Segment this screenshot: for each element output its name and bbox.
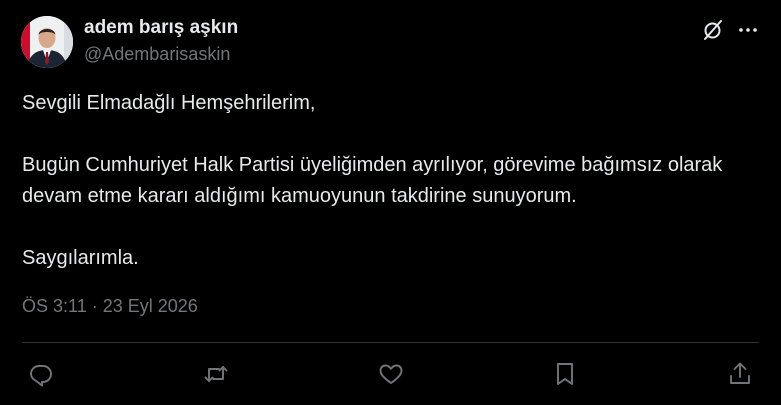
profile-photo-icon [21, 16, 73, 68]
retweet-icon[interactable] [202, 360, 230, 388]
like-icon[interactable] [377, 360, 405, 388]
reply-icon[interactable] [27, 360, 55, 388]
grok-icon[interactable] [701, 18, 725, 42]
avatar[interactable] [21, 16, 73, 68]
more-icon[interactable] [736, 18, 760, 42]
author-handle[interactable]: @Adembarisaskin [84, 44, 230, 65]
tweet-card: adem barış aşkın @Adembarisaskin Sevgili… [0, 0, 781, 405]
tweet-paragraph: Bugün Cumhuriyet Halk Partisi üyeliğimde… [22, 154, 723, 207]
tweet-paragraph: Sevgili Elmadağlı Hemşehrilerim, [22, 92, 316, 114]
tweet-paragraph: Saygılarımla. [22, 247, 139, 269]
divider [22, 342, 759, 343]
tweet-timestamp[interactable]: ÖS 3:11 · 23 Eyl 2026 [22, 296, 198, 317]
author-display-name[interactable]: adem barış aşkın [84, 17, 238, 39]
bookmark-icon[interactable] [551, 360, 579, 388]
tweet-body: Sevgili Elmadağlı Hemşehrilerim, Bugün C… [22, 88, 762, 274]
share-icon[interactable] [726, 360, 754, 388]
